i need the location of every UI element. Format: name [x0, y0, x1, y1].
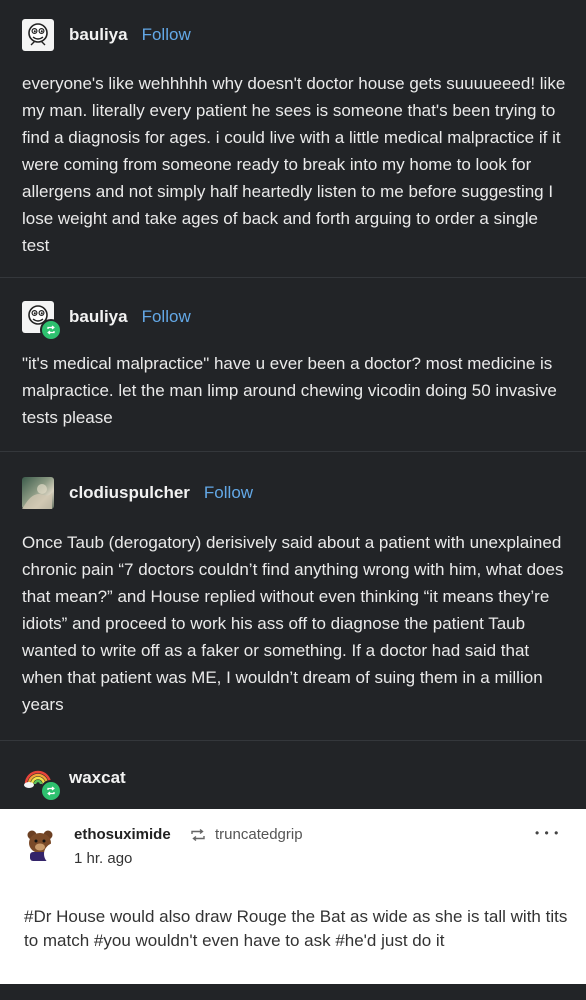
post-waxcat: waxcat [0, 741, 586, 812]
post-clodiuspulcher: clodiuspulcher Follow Once Taub (derogat… [0, 452, 586, 741]
follow-button[interactable]: Follow [204, 483, 253, 503]
follow-button[interactable]: Follow [142, 307, 191, 327]
smiley-avatar-icon [28, 23, 48, 46]
reblogger-username[interactable]: ethosuximide [74, 826, 171, 843]
avatar[interactable] [22, 301, 62, 341]
reblog-thread: bauliya Follow everyone's like wehhhhh w… [0, 0, 586, 812]
post-tags: #Dr House would also draw Rouge the Bat … [24, 907, 568, 950]
painting-avatar-icon [22, 484, 52, 509]
username[interactable]: waxcat [69, 768, 126, 788]
reblog-icon [47, 325, 55, 335]
avatar[interactable] [22, 477, 54, 509]
post-body: "it's medical malpractice" have u ever b… [22, 354, 557, 427]
post-body: everyone's like wehhhhh why doesn't doct… [22, 74, 566, 255]
reblog-icon [51, 849, 59, 859]
post-bauliya-original: bauliya Follow everyone's like wehhhhh w… [0, 0, 586, 278]
reblog-arrows-icon [191, 828, 205, 842]
reblog-card: ethosuximide truncatedgrip 1 hr. ago • •… [0, 809, 586, 984]
reblog-badge [40, 780, 62, 802]
follow-button[interactable]: Follow [142, 25, 191, 45]
reblog-icon [47, 786, 55, 796]
avatar[interactable] [22, 19, 54, 51]
post-body: Once Taub (derogatory) derisively said a… [22, 533, 564, 714]
reblog-badge [44, 843, 66, 865]
post-header: bauliya Follow [22, 299, 191, 341]
post-bauliya-reblog: bauliya Follow "it's medical malpractice… [0, 278, 586, 452]
username[interactable]: clodiuspulcher [69, 483, 190, 503]
post-header: bauliya Follow [22, 17, 191, 53]
bottom-bar [0, 984, 586, 1000]
reblogged-from-username[interactable]: truncatedgrip [215, 826, 303, 843]
username[interactable]: bauliya [69, 25, 128, 45]
reblog-badge [40, 319, 62, 341]
more-options-button[interactable]: • • • [535, 826, 559, 840]
avatar[interactable] [22, 762, 62, 802]
post-time: 1 hr. ago [74, 850, 133, 867]
username[interactable]: bauliya [69, 307, 128, 327]
post-header: waxcat [22, 760, 126, 802]
post-header: clodiuspulcher Follow [22, 475, 253, 511]
card-avatar[interactable] [24, 827, 66, 865]
